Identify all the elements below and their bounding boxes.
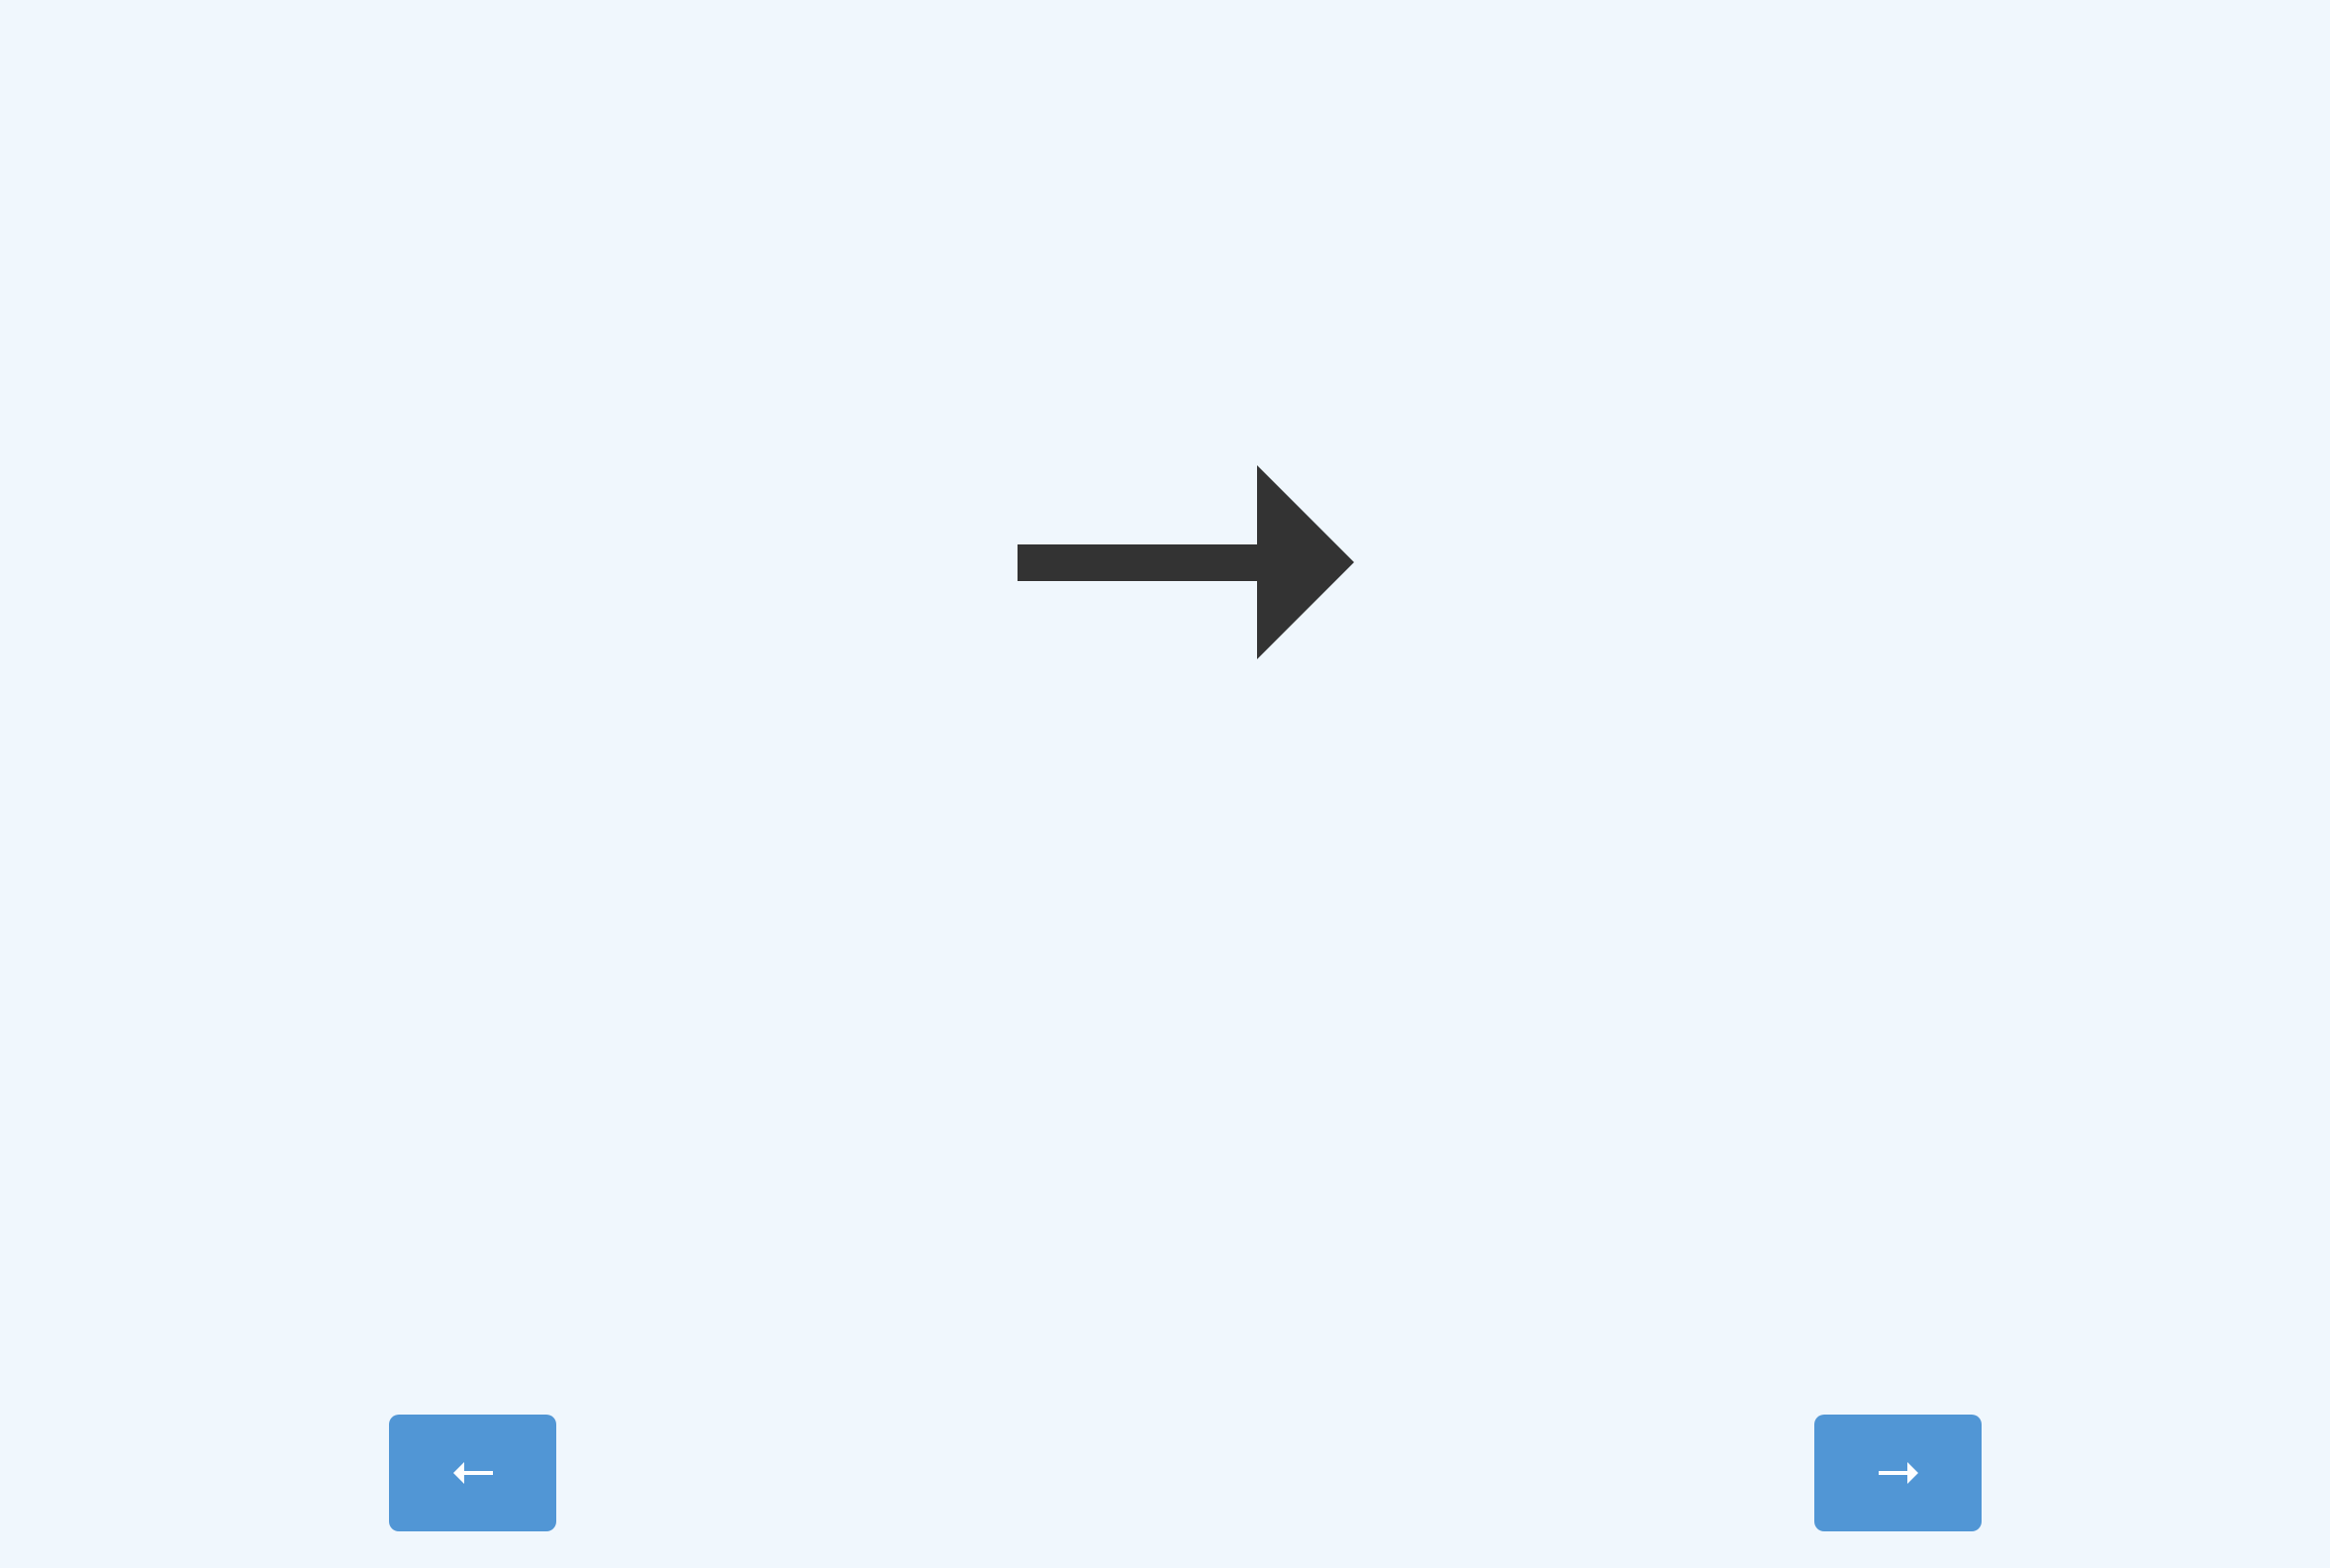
left-arrow-icon [452, 1462, 493, 1484]
previous-button[interactable] [389, 1415, 556, 1531]
arrow-shape [1018, 465, 1354, 659]
right-arrow-icon [1018, 465, 1354, 659]
next-button[interactable] [1814, 1415, 1982, 1531]
right-arrow-icon [1878, 1462, 1918, 1484]
arrow-stage [0, 0, 2330, 1568]
left-arrow-shape [452, 1462, 493, 1484]
right-arrow-shape [1878, 1462, 1918, 1484]
